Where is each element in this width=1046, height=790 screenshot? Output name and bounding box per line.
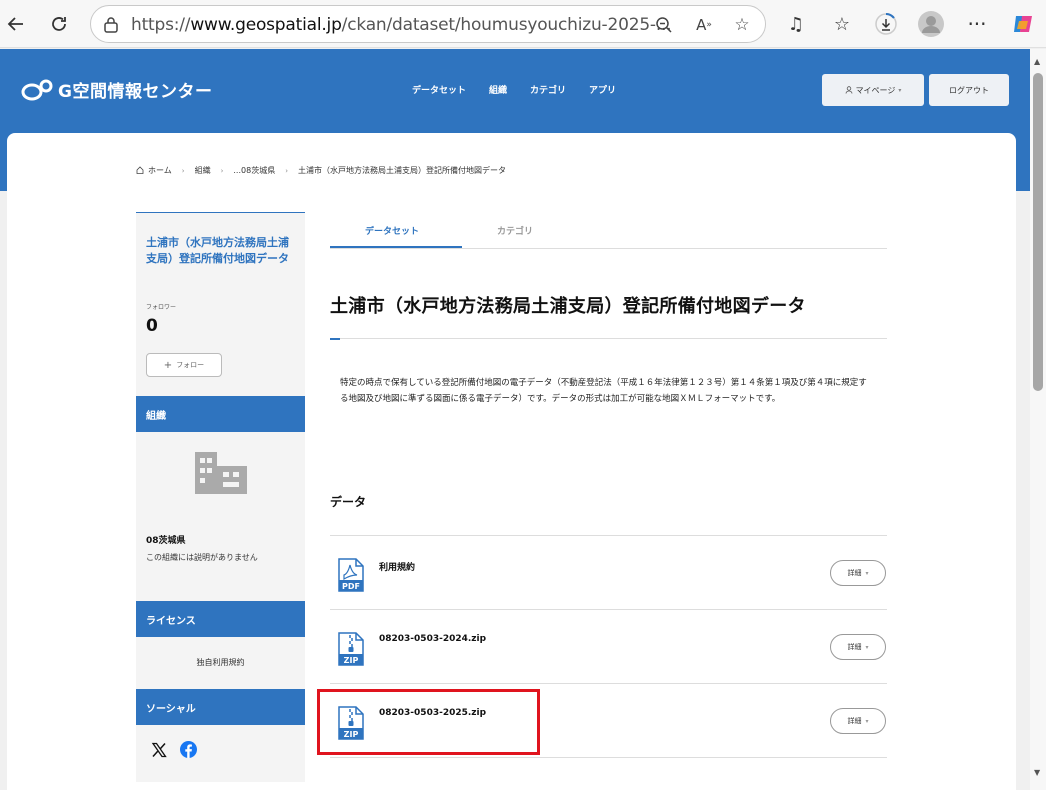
back-icon[interactable]: [0, 8, 32, 40]
refresh-icon[interactable]: [43, 8, 75, 40]
user-icon: [845, 86, 852, 94]
address-bar[interactable]: https://www.geospatial.jp/ckan/dataset/h…: [90, 5, 766, 43]
sidebar-dataset-title: 土浦市（水戸地方法務局土浦支局）登記所備付地図データ: [146, 236, 289, 265]
scroll-up-icon[interactable]: ▲: [1034, 57, 1040, 66]
pdf-file-icon[interactable]: PDF: [338, 558, 364, 596]
breadcrumb-organizations[interactable]: 組織: [195, 165, 211, 176]
x-twitter-icon[interactable]: [151, 742, 167, 762]
social-heading: ソーシャル: [136, 689, 305, 725]
favorite-star-icon[interactable]: ☆: [731, 14, 753, 36]
facebook-icon[interactable]: [180, 741, 197, 762]
chevron-down-icon: ▾: [865, 569, 869, 577]
browser-toolbar: https://www.geospatial.jp/ckan/dataset/h…: [0, 0, 1046, 48]
nav-categories[interactable]: カテゴリ: [530, 83, 566, 96]
license-text[interactable]: 独自利用規約: [136, 657, 305, 668]
home-icon[interactable]: [136, 165, 144, 176]
active-tab-indicator: [330, 246, 462, 248]
follow-label: フォロー: [176, 361, 205, 369]
tab-bar: データセット カテゴリ: [330, 212, 887, 249]
logo-mark-icon: [21, 79, 53, 100]
org-name[interactable]: 08茨城県: [146, 533, 186, 546]
favorites-icon[interactable]: ☆: [826, 8, 858, 40]
mypage-button[interactable]: マイページ ▾: [822, 74, 924, 106]
detail-button[interactable]: 詳細 ▾: [830, 560, 886, 586]
breadcrumb: ホーム › 組織 › ...08茨城県 › 土浦市（水戸地方法務局土浦支局）登記…: [136, 165, 506, 176]
chevron-down-icon: ▾: [865, 717, 869, 725]
copilot-icon[interactable]: [1007, 8, 1039, 40]
detail-label: 詳細: [847, 717, 862, 725]
more-menu-icon[interactable]: ···: [961, 8, 993, 40]
org-box: 08茨城県 この組織には説明がありません: [136, 432, 305, 601]
breadcrumb-home[interactable]: ホーム: [148, 165, 172, 176]
dataset-info-box: 土浦市（水戸地方法務局土浦支局）登記所備付地図データ フォロワー 0 + フォロ…: [136, 212, 305, 396]
org-heading: 組織: [136, 396, 305, 432]
resource-item[interactable]: PDF 利用規約 詳細 ▾: [330, 536, 887, 610]
chevron-down-icon: ▾: [865, 643, 869, 651]
nav-organizations[interactable]: 組織: [489, 83, 507, 96]
detail-label: 詳細: [847, 569, 862, 577]
breadcrumb-separator-icon: ›: [285, 166, 289, 175]
resource-item[interactable]: ZIP 08203-0503-2024.zip 詳細 ▾: [330, 610, 887, 684]
chevron-down-icon: ▾: [898, 86, 902, 94]
pdf-format-label: PDF: [342, 582, 360, 591]
download-icon[interactable]: [870, 8, 902, 40]
followers-count: 0: [146, 316, 158, 336]
zip-file-icon[interactable]: ZIP: [338, 632, 364, 670]
building-icon[interactable]: [193, 448, 249, 500]
resource-name[interactable]: 08203-0503-2024.zip: [379, 634, 486, 644]
sidebar: 土浦市（水戸地方法務局土浦支局）登記所備付地図データ フォロワー 0 + フォロ…: [136, 212, 305, 782]
title-divider-accent: [330, 338, 340, 340]
dataset-description: 特定の時点で保有している登記所備付地図の電子データ（不動産登記法（平成１６年法律…: [340, 378, 867, 404]
zip-format-label: ZIP: [344, 656, 359, 665]
highlight-box: [317, 689, 540, 755]
logo-text: G空間情報センター: [58, 82, 213, 102]
social-box: [136, 725, 305, 782]
nav-datasets[interactable]: データセット: [412, 83, 466, 96]
breadcrumb-separator-icon: ›: [181, 166, 185, 175]
resource-name[interactable]: 利用規約: [379, 560, 415, 573]
logout-button[interactable]: ログアウト: [929, 74, 1009, 106]
vertical-scrollbar[interactable]: ▲ ▼: [1030, 49, 1046, 790]
web-page: G空間情報センター データセット 組織 カテゴリ アプリ マイページ ▾ ログア…: [0, 49, 1030, 790]
site-logo[interactable]: G空間情報センター: [20, 77, 212, 102]
followers-label: フォロワー: [146, 304, 177, 311]
media-icon[interactable]: ♫: [780, 8, 812, 40]
detail-button[interactable]: 詳細 ▾: [830, 708, 886, 734]
org-description: この組織には説明がありません: [146, 553, 258, 562]
detail-button[interactable]: 詳細 ▾: [830, 634, 886, 660]
read-aloud-icon[interactable]: A»: [693, 14, 715, 36]
license-box: 独自利用規約: [136, 637, 305, 689]
follow-button[interactable]: + フォロー: [146, 353, 222, 377]
tab-dataset[interactable]: データセット: [365, 224, 419, 237]
breadcrumb-org[interactable]: ...08茨城県: [233, 165, 275, 176]
scroll-down-icon[interactable]: ▼: [1034, 768, 1040, 777]
tab-category[interactable]: カテゴリ: [497, 224, 533, 237]
url-text: https://www.geospatial.jp/ckan/dataset/h…: [131, 15, 672, 35]
plus-icon: +: [163, 359, 173, 371]
title-divider: [330, 338, 887, 339]
page-title: 土浦市（水戸地方法務局土浦支局）登記所備付地図データ: [330, 296, 806, 317]
nav-apps[interactable]: アプリ: [589, 83, 616, 96]
scroll-thumb[interactable]: [1033, 73, 1043, 391]
lock-icon[interactable]: [103, 16, 119, 38]
detail-label: 詳細: [847, 643, 862, 651]
breadcrumb-current[interactable]: 土浦市（水戸地方法務局土浦支局）登記所備付地図データ: [298, 165, 506, 176]
zoom-icon[interactable]: [653, 14, 675, 36]
data-heading: データ: [330, 495, 367, 509]
breadcrumb-separator-icon: ›: [220, 166, 224, 175]
profile-avatar-icon[interactable]: [915, 8, 947, 40]
license-heading: ライセンス: [136, 601, 305, 637]
mypage-label: マイページ: [855, 85, 896, 95]
